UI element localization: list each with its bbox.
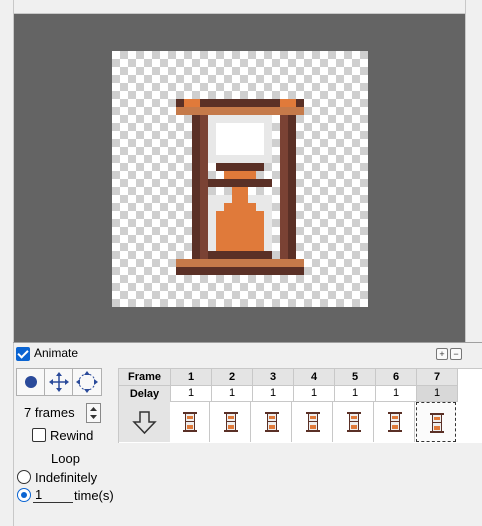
zoom-in-button[interactable]: + (436, 348, 448, 360)
animate-checkbox[interactable] (15, 346, 31, 362)
frames-count-value: 7 (24, 405, 32, 420)
radio-indicator (17, 488, 31, 502)
hourglass-sprite (176, 99, 304, 275)
frame-thumbnail-strip (170, 402, 482, 442)
minus-icon: − (453, 349, 459, 359)
indefinitely-label: Indefinitely (35, 470, 98, 485)
frame-number[interactable]: 6 (376, 369, 417, 386)
delay-value[interactable]: 1 (376, 386, 417, 402)
scrollbar-track[interactable] (465, 0, 482, 342)
rewind-checkbox[interactable] (31, 427, 47, 443)
radio-indicator (17, 470, 31, 484)
hourglass-thumb-icon (347, 412, 361, 432)
frame-thumbnail[interactable] (334, 402, 374, 442)
frame-thumbnail[interactable] (252, 402, 292, 442)
indefinitely-radio[interactable] (17, 470, 32, 485)
move-tool-button[interactable] (44, 368, 74, 396)
frame-number[interactable]: 3 (253, 369, 294, 386)
checkbox-box (32, 428, 46, 442)
delay-value-selected[interactable]: 1 (417, 386, 458, 402)
panel-divider (13, 342, 482, 343)
stepper-icon (90, 407, 97, 419)
rewind-label: Rewind (50, 428, 94, 443)
frame-number-selected[interactable]: 7 (417, 369, 458, 386)
frame-number[interactable]: 4 (294, 369, 335, 386)
check-icon (16, 347, 30, 361)
dot-icon (25, 376, 37, 388)
hourglass-thumb-icon (388, 412, 402, 432)
frame-number[interactable]: 5 (335, 369, 376, 386)
move-arrows-icon (49, 372, 69, 392)
frames-count-field[interactable]: 7 frames (24, 405, 75, 420)
hourglass-thumb-icon (430, 413, 444, 433)
expand-arrows-icon (76, 371, 98, 393)
delay-header: Delay (119, 386, 171, 403)
frames-count-stepper[interactable] (86, 403, 101, 423)
delay-value[interactable]: 1 (335, 386, 376, 402)
zoom-out-button[interactable]: − (450, 348, 462, 360)
arrow-down-icon (132, 411, 157, 435)
frame-thumbnail[interactable] (375, 402, 415, 442)
times-radio[interactable] (17, 488, 32, 503)
move-frame-down-button[interactable] (119, 402, 171, 442)
frame-header: Frame (119, 369, 171, 386)
hourglass-thumb-icon (183, 412, 197, 432)
left-panel-edge (0, 0, 14, 526)
animate-label: Animate (34, 346, 79, 360)
delay-value[interactable]: 1 (212, 386, 253, 402)
frame-thumbnail[interactable] (170, 402, 210, 442)
dot-tool-button[interactable] (16, 368, 46, 396)
loop-title: Loop (51, 451, 80, 466)
frames-count-label: frames (34, 405, 75, 420)
frame-thumbnail-selected[interactable] (416, 402, 456, 442)
delay-value[interactable]: 1 (253, 386, 294, 402)
hourglass-thumb-icon (306, 412, 320, 432)
frame-thumbnail[interactable] (293, 402, 333, 442)
delay-value[interactable]: 1 (294, 386, 335, 402)
delay-value[interactable]: 1 (171, 386, 212, 402)
frame-number[interactable]: 2 (212, 369, 253, 386)
frame-thumbnail[interactable] (211, 402, 251, 442)
preview-canvas (112, 51, 368, 307)
frame-number[interactable]: 1 (171, 369, 212, 386)
hourglass-thumb-icon (265, 412, 279, 432)
hourglass-thumb-icon (224, 412, 238, 432)
plus-icon: + (439, 349, 445, 359)
loop-times-input[interactable] (33, 487, 73, 503)
expand-tool-button[interactable] (72, 368, 102, 396)
times-label: time(s) (74, 488, 114, 503)
top-strip (13, 0, 465, 14)
